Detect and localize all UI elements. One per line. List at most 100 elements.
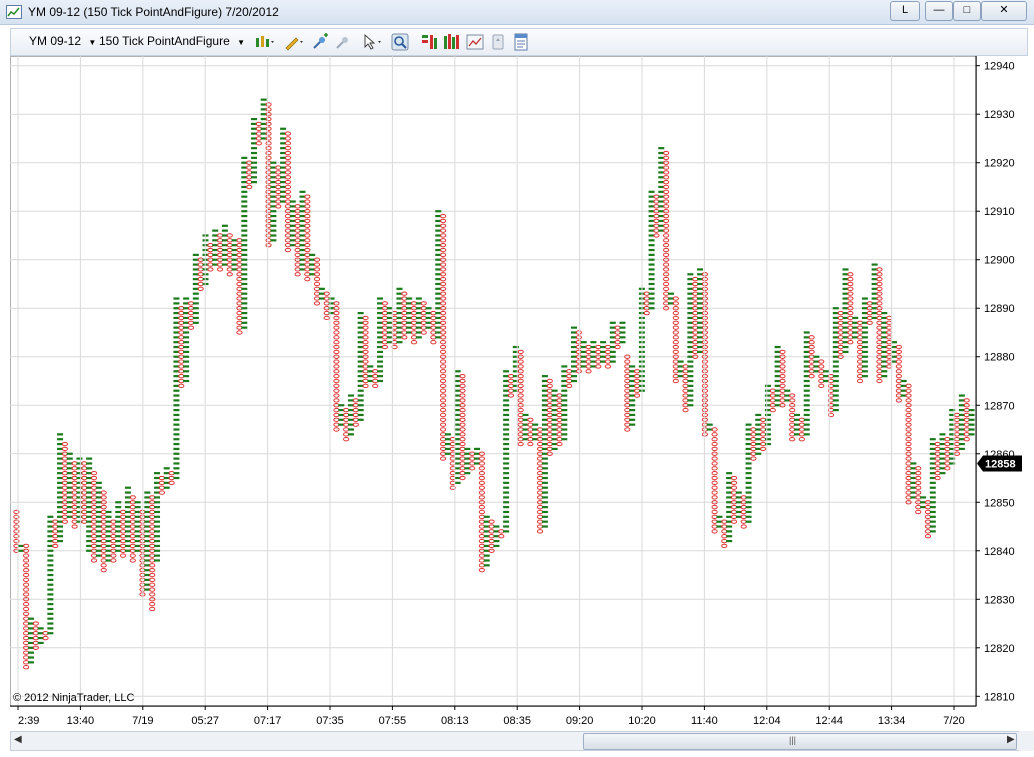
- x-box: [483, 554, 490, 557]
- zoom-out-icon[interactable]: [334, 33, 352, 51]
- x-box: [648, 282, 655, 286]
- x-box: [241, 210, 248, 213]
- x-box: [687, 273, 694, 276]
- scroll-left-icon[interactable]: ◀: [14, 734, 22, 745]
- minimize-button[interactable]: —: [925, 1, 953, 21]
- x-box: [881, 311, 888, 315]
- x-box: [173, 452, 180, 455]
- x-box: [47, 632, 54, 635]
- period-selector[interactable]: 150 Tick PointAndFigure ▼: [99, 34, 245, 48]
- x-box: [929, 530, 936, 533]
- properties-icon[interactable]: [512, 33, 530, 51]
- x-box: [803, 418, 810, 421]
- x-box: [444, 433, 451, 436]
- x-box: [619, 321, 626, 324]
- x-box: [124, 486, 131, 489]
- x-box: [241, 239, 248, 242]
- x-box: [86, 462, 93, 465]
- horizontal-scrollbar[interactable]: ◀ ||| ▶: [10, 731, 1020, 751]
- x-box: [415, 336, 422, 339]
- link-button[interactable]: L: [890, 1, 920, 21]
- cursor-icon[interactable]: [362, 33, 384, 51]
- x-box: [212, 229, 219, 232]
- zoom-in-icon[interactable]: [311, 33, 329, 51]
- x-tick-label: 08:35: [503, 715, 531, 727]
- drawing-tool-icon[interactable]: [283, 33, 305, 51]
- x-box: [47, 612, 54, 615]
- x-box: [823, 370, 830, 373]
- chart-properties-icon[interactable]: [466, 33, 484, 51]
- x-box: [629, 423, 636, 426]
- y-tick-label: 12890: [984, 303, 1015, 315]
- x-box: [561, 428, 568, 431]
- x-box: [541, 476, 548, 480]
- x-box: [377, 370, 384, 373]
- x-box: [648, 239, 655, 242]
- x-box: [929, 520, 936, 523]
- x-box: [929, 525, 936, 528]
- scrollbar-thumb[interactable]: |||: [583, 733, 1017, 750]
- x-box: [503, 452, 510, 455]
- x-box: [561, 418, 568, 421]
- x-box: [241, 214, 248, 218]
- strategies-icon[interactable]: [443, 33, 461, 51]
- x-box: [357, 311, 364, 315]
- close-button[interactable]: ✕: [981, 1, 1027, 21]
- x-box: [377, 375, 384, 378]
- data-box-icon[interactable]: [489, 33, 507, 51]
- x-box: [241, 234, 248, 237]
- x-box: [251, 117, 257, 121]
- x-box: [687, 399, 694, 402]
- x-box: [134, 506, 141, 509]
- x-box: [173, 297, 180, 300]
- x-box: [541, 520, 548, 523]
- x-tick-label: 08:13: [441, 715, 469, 727]
- chart-panel[interactable]: 12810 12820 12830 12840 12850 12860 12870 12880…: [10, 56, 1026, 728]
- x-box: [561, 394, 568, 397]
- search-icon[interactable]: [391, 33, 409, 51]
- x-box: [338, 404, 345, 407]
- x-box: [832, 409, 839, 412]
- x-box: [503, 428, 510, 431]
- x-box: [154, 539, 161, 543]
- x-box: [929, 438, 936, 441]
- instrument-selector[interactable]: YM 09-12 ▼: [29, 34, 96, 48]
- x-box: [784, 389, 791, 392]
- chart-style-icon[interactable]: [254, 33, 276, 51]
- x-box: [687, 375, 694, 378]
- resize-grip-icon[interactable]: [1019, 731, 1034, 751]
- x-box: [483, 515, 490, 518]
- x-box: [541, 506, 548, 509]
- x-box: [47, 603, 54, 606]
- x-box: [173, 433, 180, 436]
- x-tick-label: 07:35: [316, 715, 344, 727]
- x-box: [726, 472, 733, 475]
- x-box: [687, 370, 694, 373]
- x-box: [377, 365, 384, 368]
- y-tick-label: 12850: [984, 497, 1015, 509]
- indicators-icon[interactable]: [420, 33, 438, 51]
- x-box: [968, 433, 975, 436]
- x-box: [173, 404, 180, 407]
- x-box: [677, 360, 684, 363]
- x-box: [154, 472, 161, 475]
- x-box: [425, 307, 432, 310]
- x-box: [803, 399, 810, 402]
- x-box: [832, 399, 839, 402]
- x-box: [251, 151, 257, 155]
- x-box: [27, 661, 34, 664]
- x-box: [241, 316, 248, 320]
- x-box: [503, 457, 510, 460]
- window-title: YM 09-12 (150 Tick PointAndFigure) 7/20/…: [28, 5, 279, 19]
- scroll-right-icon[interactable]: ▶: [1007, 734, 1015, 745]
- maximize-button[interactable]: □: [953, 1, 981, 21]
- x-box: [648, 263, 655, 266]
- x-box: [861, 341, 868, 344]
- x-box: [687, 360, 694, 363]
- x-box: [503, 472, 510, 475]
- x-box: [183, 370, 190, 373]
- x-box: [745, 472, 752, 475]
- x-box: [241, 302, 248, 305]
- point-and-figure-chart[interactable]: 1281012820128301284012850128601287012880…: [10, 56, 1026, 728]
- x-box: [86, 457, 93, 460]
